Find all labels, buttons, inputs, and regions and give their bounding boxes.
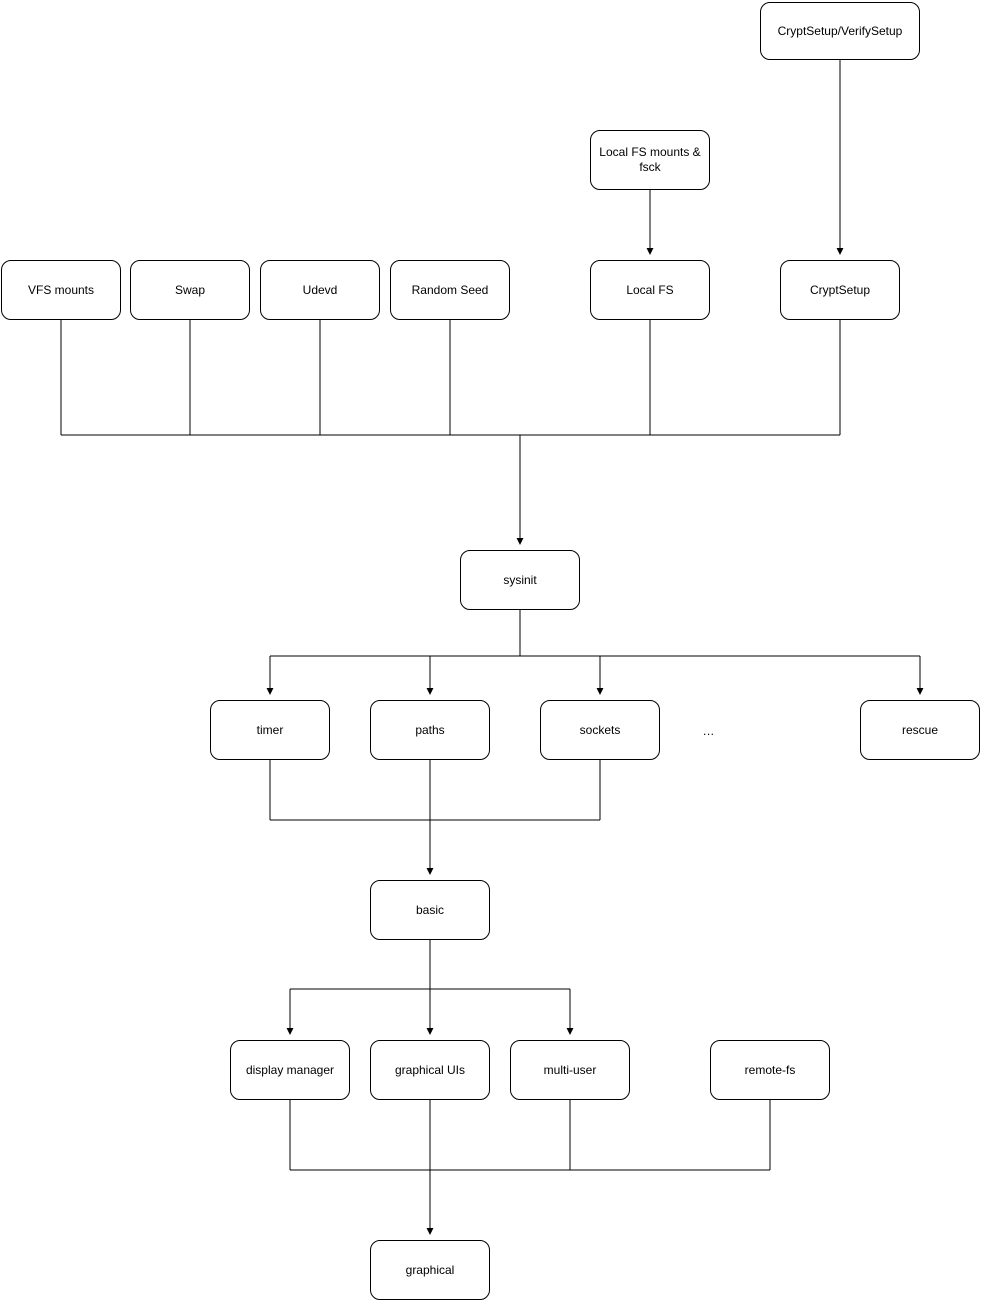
node-basic[interactable]: basic <box>370 880 490 940</box>
node-graphical-uis[interactable]: graphical UIs <box>370 1040 490 1100</box>
node-random-seed[interactable]: Random Seed <box>390 260 510 320</box>
node-udevd[interactable]: Udevd <box>260 260 380 320</box>
node-cryptsetup[interactable]: CryptSetup <box>780 260 900 320</box>
node-local-fs[interactable]: Local FS <box>590 260 710 320</box>
node-multi-user[interactable]: multi-user <box>510 1040 630 1100</box>
node-timer[interactable]: timer <box>210 700 330 760</box>
node-paths[interactable]: paths <box>370 700 490 760</box>
node-display-manager[interactable]: display manager <box>230 1040 350 1100</box>
node-vfs-mounts[interactable]: VFS mounts <box>1 260 121 320</box>
node-local-fs-mounts-fsck[interactable]: Local FS mounts & fsck <box>590 130 710 190</box>
node-rescue[interactable]: rescue <box>860 700 980 760</box>
node-sockets[interactable]: sockets <box>540 700 660 760</box>
ellipsis-more-targets: ... <box>703 724 715 738</box>
node-remote-fs[interactable]: remote-fs <box>710 1040 830 1100</box>
node-swap[interactable]: Swap <box>130 260 250 320</box>
node-cryptsetup-verifysetup[interactable]: CryptSetup/VerifySetup <box>760 2 920 60</box>
diagram-canvas: CryptSetup/VerifySetup Local FS mounts &… <box>0 0 982 1301</box>
node-graphical[interactable]: graphical <box>370 1240 490 1300</box>
diagram-edges <box>60 60 924 1235</box>
node-sysinit[interactable]: sysinit <box>460 550 580 610</box>
